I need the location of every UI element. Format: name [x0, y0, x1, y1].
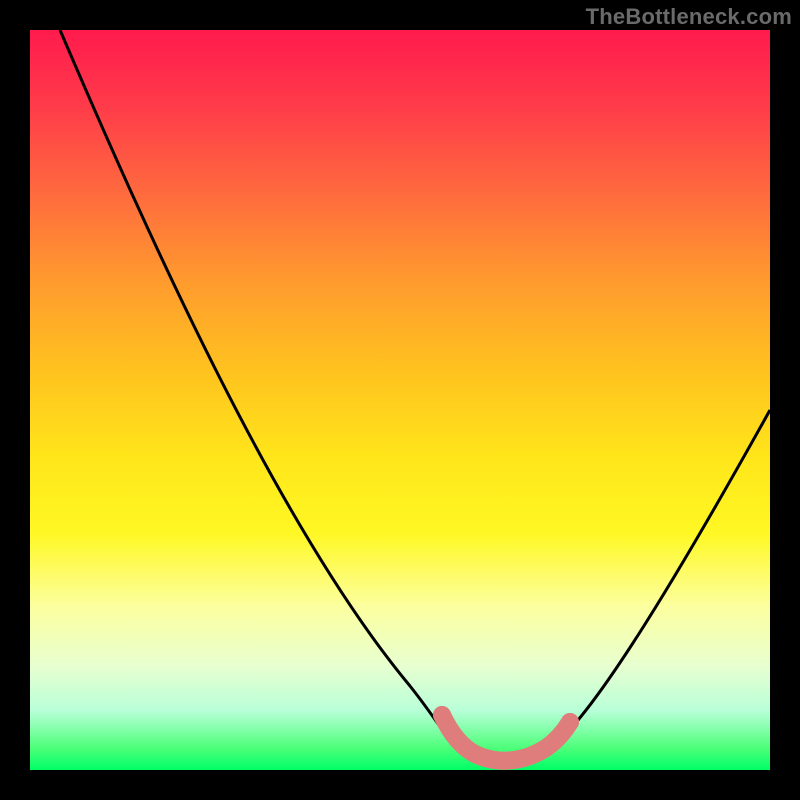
- highlight-dot-left: [433, 706, 451, 724]
- curve-layer: [30, 30, 770, 770]
- highlight-band: [442, 715, 570, 761]
- highlight-dot-right: [561, 713, 579, 731]
- bottleneck-curve: [60, 30, 770, 762]
- plot-area: [30, 30, 770, 770]
- watermark-text: TheBottleneck.com: [586, 4, 792, 30]
- chart-frame: TheBottleneck.com: [0, 0, 800, 800]
